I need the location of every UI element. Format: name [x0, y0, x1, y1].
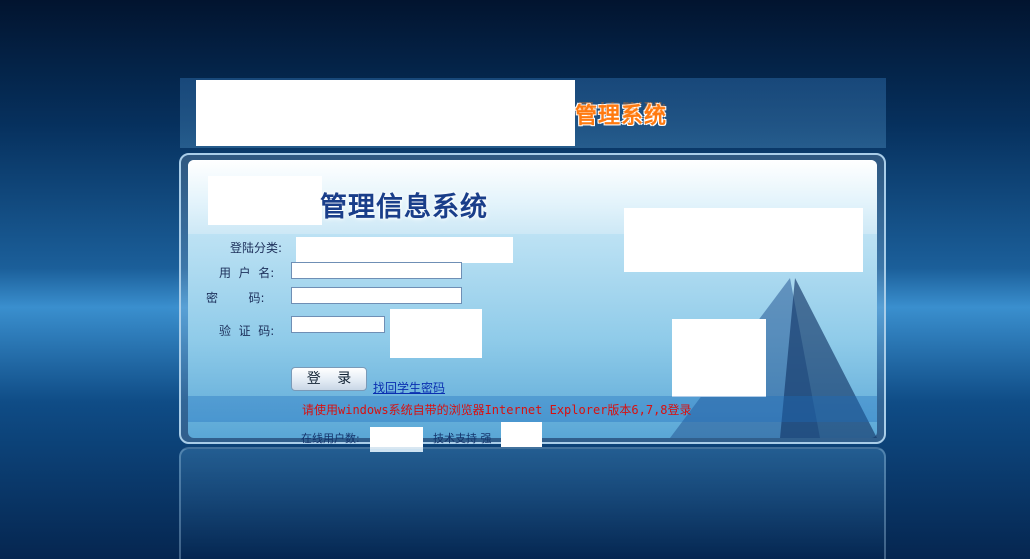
password-label: 密 码: [206, 291, 265, 305]
username-input[interactable] [291, 262, 462, 279]
redacted-logo [196, 80, 575, 146]
panel-reflection [179, 447, 886, 559]
forgot-password-link[interactable]: 找回学生密码 [373, 379, 445, 396]
captcha-input[interactable] [291, 316, 385, 333]
browser-notice: 请使用windows系统自带的浏览器Internet Explorer版本6,7… [302, 403, 692, 417]
online-users-label: 在线用户数: [301, 432, 360, 445]
username-label: 用 户 名: [219, 266, 275, 280]
login-category-label: 登陆分类: [230, 241, 283, 255]
captcha-label: 验 证 码: [219, 324, 275, 338]
tech-support-label: 技术支持 强 [433, 432, 492, 445]
page-title: 管理信息系统 [320, 192, 488, 223]
system-title-reflection: 管理系统 [575, 102, 668, 116]
redacted-support-name [501, 422, 542, 447]
redacted-banner [624, 208, 863, 272]
redacted-school-name [208, 176, 322, 225]
login-category-select[interactable] [296, 237, 513, 263]
login-button[interactable]: 登 录 [291, 367, 367, 391]
captcha-image[interactable] [390, 309, 482, 358]
password-input[interactable] [291, 287, 462, 304]
redacted-image [672, 319, 766, 397]
